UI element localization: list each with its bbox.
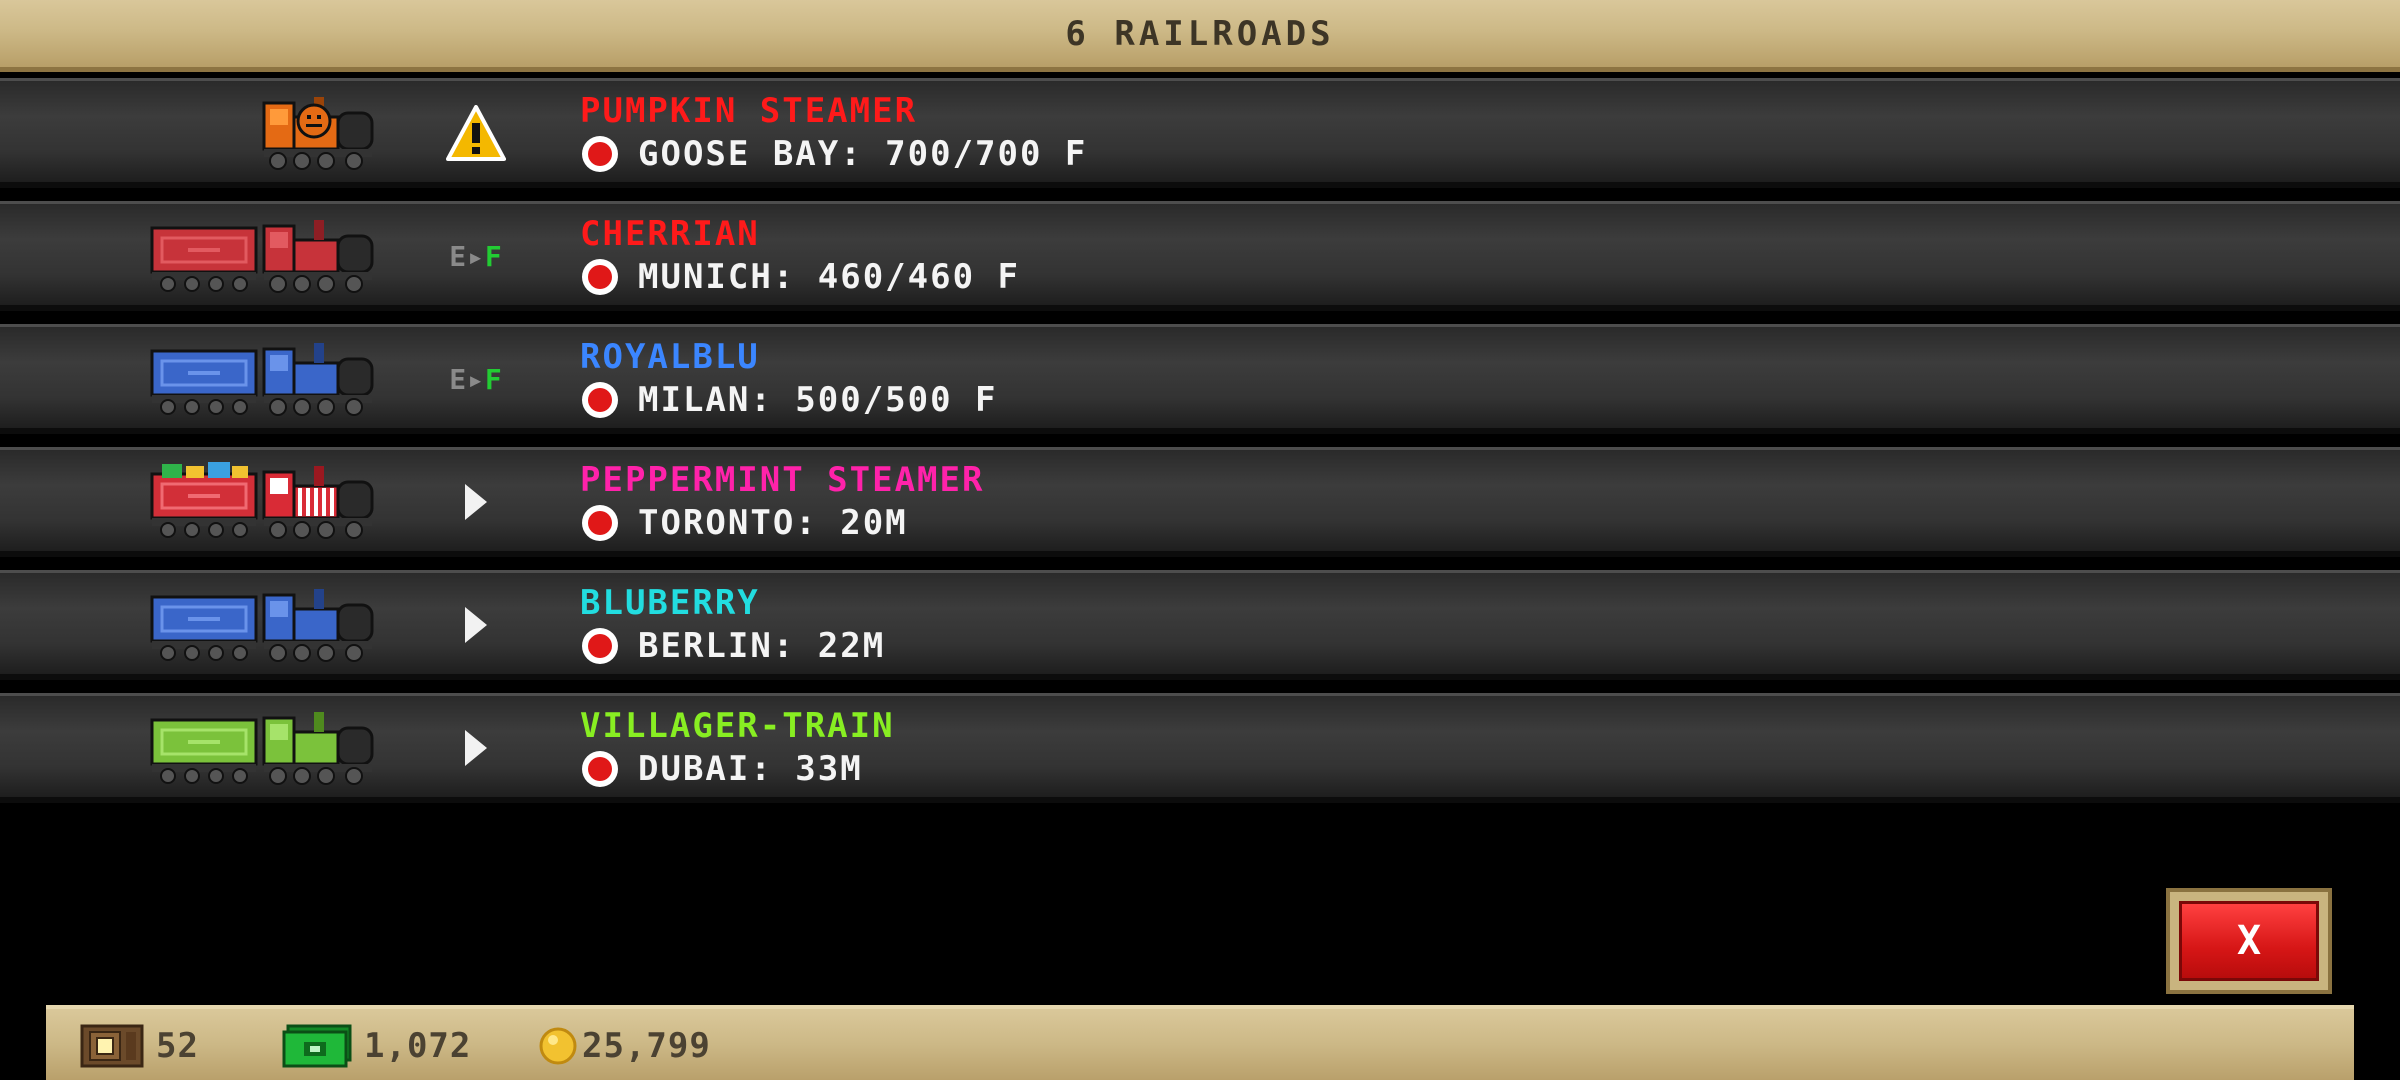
red-tender-icon (148, 214, 260, 294)
cash-value: 1,072 (364, 1026, 472, 1066)
cash-icon (282, 1024, 352, 1068)
peppermint-locomotive-icon (260, 460, 376, 540)
railroad-row[interactable]: PEPPERMINT STEAMER TORONTO: 20M (0, 447, 2400, 557)
train-name: VILLAGER-TRAIN (580, 706, 895, 746)
crates-value: 52 (156, 1026, 199, 1066)
blue-tender-icon (148, 583, 260, 663)
destination-marker-icon (582, 382, 618, 418)
crates-counter: 52 (80, 1023, 199, 1069)
play-arrow-icon (440, 595, 512, 655)
cash-counter: 1,072 (282, 1023, 471, 1069)
train-name: PUMPKIN STEAMER (580, 91, 918, 131)
destination: BERLIN: 22M (580, 625, 885, 667)
resource-bar: 52 1,072 25,799 (46, 1005, 2354, 1080)
destination-marker-icon (582, 505, 618, 541)
empty-to-full-icon: E▸F (449, 362, 503, 396)
close-button[interactable]: X (2166, 888, 2332, 994)
blue-tender-icon (148, 337, 260, 417)
destination: GOOSE BAY: 700/700 F (580, 133, 1087, 175)
blue-locomotive-icon (260, 583, 376, 663)
destination-marker-icon (582, 751, 618, 787)
destination: DUBAI: 33M (580, 748, 863, 790)
destination: MILAN: 500/500 F (580, 379, 998, 421)
destination-text: GOOSE BAY: 700/700 F (638, 134, 1088, 174)
warning-icon (440, 103, 512, 163)
railroad-row[interactable]: VILLAGER-TRAIN DUBAI: 33M (0, 693, 2400, 803)
destination-text: MUNICH: 460/460 F (638, 257, 1020, 297)
close-icon: X (2179, 901, 2319, 981)
green-locomotive-icon (260, 706, 376, 786)
play-arrow-icon (440, 472, 512, 532)
train-name: BLUBERRY (580, 583, 760, 623)
destination-text: DUBAI: 33M (638, 749, 863, 789)
crate-icon (80, 1024, 144, 1068)
train-name: CHERRIAN (580, 214, 760, 254)
coins-value: 25,799 (582, 1026, 711, 1066)
gift-tender-icon (148, 460, 260, 540)
railroad-row[interactable]: E▸F ROYALBLU MILAN: 500/500 F (0, 324, 2400, 434)
coins-counter: 25,799 (538, 1023, 711, 1069)
title-bar: 6 RAILROADS (0, 0, 2400, 72)
destination-text: TORONTO: 20M (638, 503, 908, 543)
destination: MUNICH: 460/460 F (580, 256, 1020, 298)
green-tender-icon (148, 706, 260, 786)
pumpkin-locomotive-icon (260, 91, 376, 171)
page-title: 6 RAILROADS (1065, 13, 1335, 54)
destination: TORONTO: 20M (580, 502, 908, 544)
railroad-row[interactable]: E▸F CHERRIAN MUNICH: 460/460 F (0, 201, 2400, 311)
train-name: PEPPERMINT STEAMER (580, 460, 985, 500)
destination-marker-icon (582, 628, 618, 664)
railroad-row[interactable]: BLUBERRY BERLIN: 22M (0, 570, 2400, 680)
destination-marker-icon (582, 259, 618, 295)
red-locomotive-icon (260, 214, 376, 294)
destination-text: BERLIN: 22M (638, 626, 886, 666)
empty-to-full-icon: E▸F (449, 239, 503, 273)
destination-text: MILAN: 500/500 F (638, 380, 998, 420)
coin-icon (539, 1027, 577, 1065)
train-name: ROYALBLU (580, 337, 760, 377)
railroad-row[interactable]: PUMPKIN STEAMER GOOSE BAY: 700/700 F (0, 78, 2400, 188)
play-arrow-icon (440, 718, 512, 778)
blue-locomotive-icon (260, 337, 376, 417)
destination-marker-icon (582, 136, 618, 172)
